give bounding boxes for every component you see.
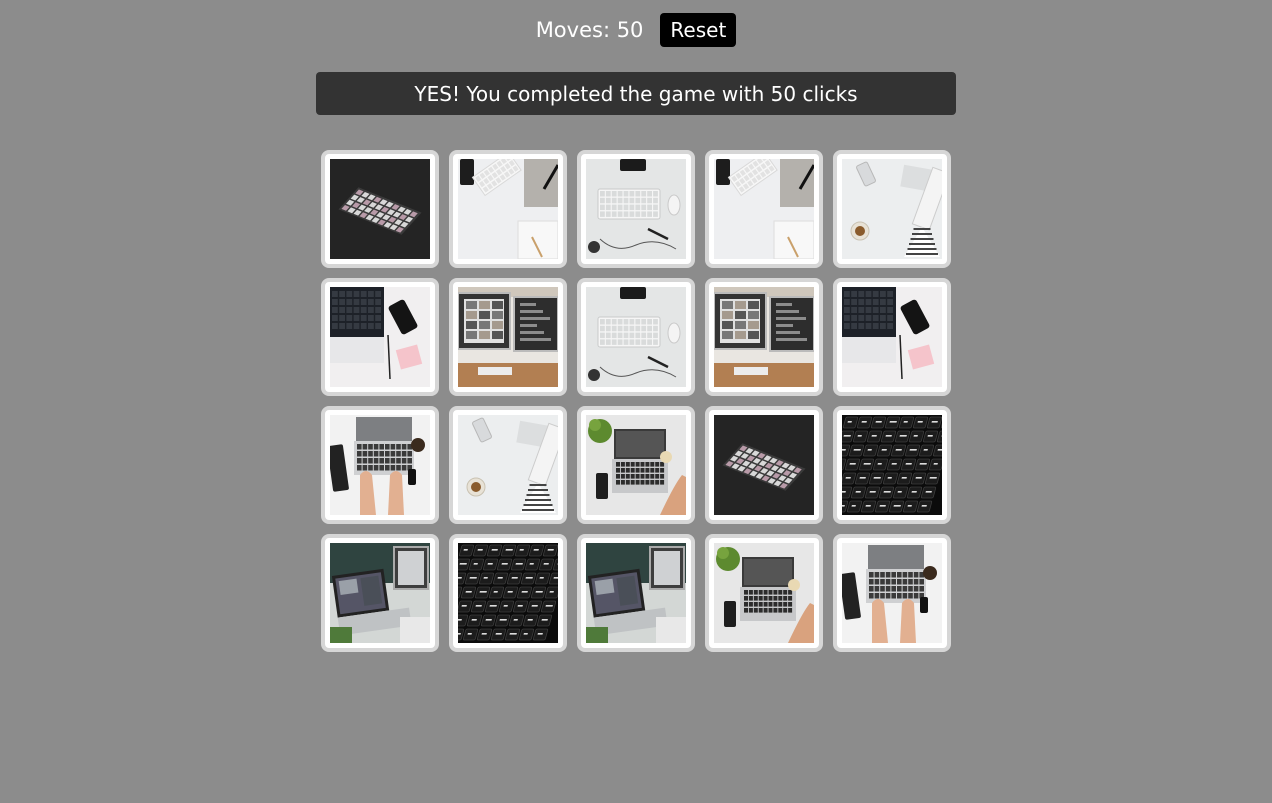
moves-counter: Moves: 50: [535, 18, 644, 42]
hands-typing-laptop-image: [842, 543, 942, 643]
memory-card[interactable]: [577, 406, 695, 524]
memory-card[interactable]: [833, 406, 951, 524]
backlit-keyboard-closeup-image: [458, 543, 558, 643]
desk-keyboard-phone-notebook-image: [458, 159, 558, 259]
memory-card[interactable]: [705, 150, 823, 268]
laptop-phone-pink-note-image: [330, 287, 430, 387]
memory-card[interactable]: [705, 406, 823, 524]
memory-card[interactable]: [449, 150, 567, 268]
backlit-keyboard-closeup-image: [842, 415, 942, 515]
keyboard-angled-dark-image: [714, 415, 814, 515]
phone-coffee-flatlay-image: [842, 159, 942, 259]
desktop-monitors-image: [714, 287, 814, 387]
memory-card[interactable]: [449, 406, 567, 524]
laptop-phone-pink-note-image: [842, 287, 942, 387]
completion-banner: YES! You completed the game with 50 clic…: [316, 72, 956, 115]
keyboard-mouse-desk-image: [586, 287, 686, 387]
memory-card[interactable]: [321, 534, 439, 652]
memory-card[interactable]: [577, 278, 695, 396]
memory-card[interactable]: [321, 278, 439, 396]
desktop-monitors-image: [458, 287, 558, 387]
desk-keyboard-phone-notebook-image: [714, 159, 814, 259]
memory-card[interactable]: [833, 150, 951, 268]
memory-card[interactable]: [577, 534, 695, 652]
memory-card[interactable]: [449, 278, 567, 396]
card-grid: [321, 150, 951, 652]
phone-coffee-flatlay-image: [458, 415, 558, 515]
memory-card[interactable]: [833, 534, 951, 652]
keyboard-angled-dark-image: [330, 159, 430, 259]
laptop-office-desk-image: [330, 543, 430, 643]
reset-button[interactable]: Reset: [660, 13, 737, 47]
memory-card[interactable]: [705, 278, 823, 396]
memory-card[interactable]: [705, 534, 823, 652]
memory-card[interactable]: [833, 278, 951, 396]
laptop-plant-coffee-image: [714, 543, 814, 643]
memory-card[interactable]: [577, 150, 695, 268]
memory-card[interactable]: [321, 150, 439, 268]
keyboard-mouse-desk-image: [586, 159, 686, 259]
memory-card[interactable]: [321, 406, 439, 524]
laptop-office-desk-image: [586, 543, 686, 643]
game-header: Moves: 50 Reset: [0, 13, 1272, 47]
laptop-plant-coffee-image: [586, 415, 686, 515]
memory-card[interactable]: [449, 534, 567, 652]
hands-typing-laptop-image: [330, 415, 430, 515]
